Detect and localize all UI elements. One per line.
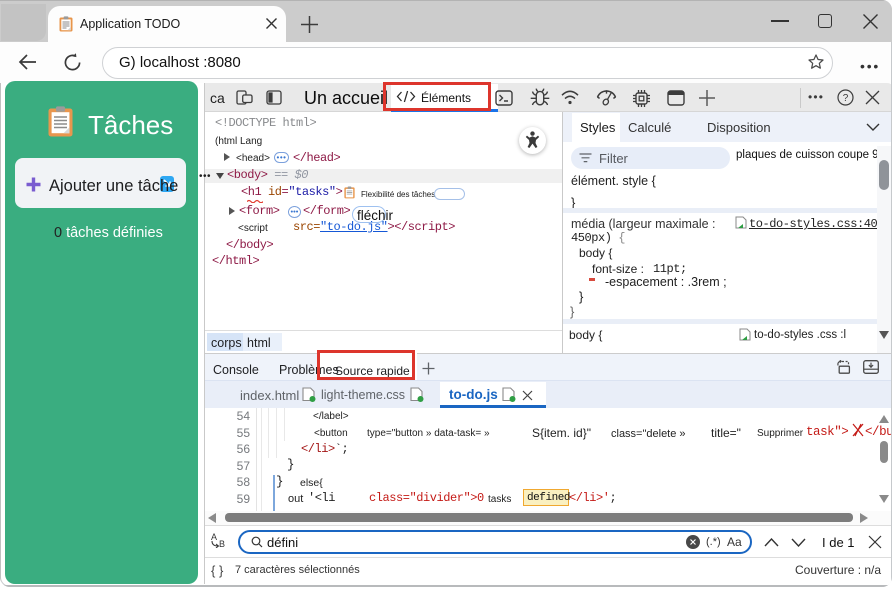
- svg-text:?: ?: [843, 93, 849, 104]
